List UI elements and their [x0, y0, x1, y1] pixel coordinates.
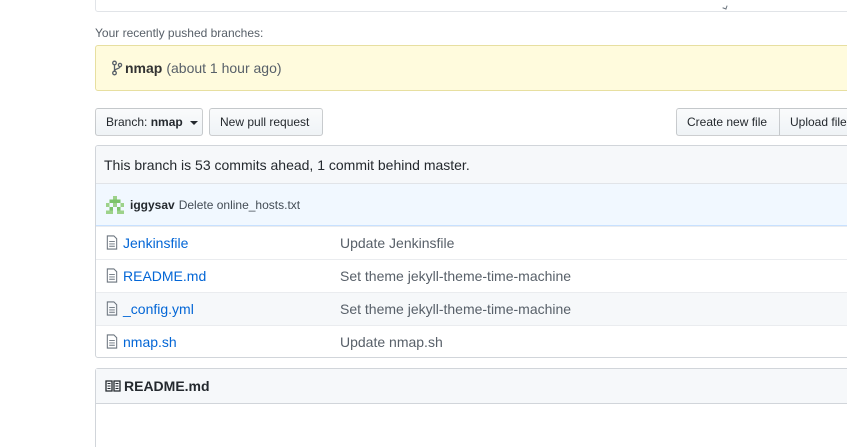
repo-page: Your recently pushed branches: nmap (abo… — [0, 0, 847, 447]
recent-branch-banner: nmap (about 1 hour ago) — [95, 45, 847, 91]
readme-panel: README.md — [95, 368, 847, 447]
readme-header: README.md — [96, 369, 847, 404]
file-name[interactable]: nmap.sh — [123, 326, 177, 357]
branch-compare-status: This branch is 53 commits ahead, 1 commi… — [96, 146, 847, 184]
file-browser: This branch is 53 commits ahead, 1 commi… — [95, 145, 847, 358]
file-name[interactable]: README.md — [123, 260, 206, 292]
branch-select-button[interactable]: Branch: nmap — [95, 108, 203, 136]
commit-author[interactable]: iggysav — [130, 198, 175, 212]
file-name[interactable]: _config.yml — [123, 293, 194, 325]
upload-files-button[interactable]: Upload files — [779, 108, 847, 136]
new-pull-request-button[interactable]: New pull request — [209, 108, 323, 136]
file-name[interactable]: Jenkinsfile — [123, 227, 188, 259]
branch-icon — [112, 60, 123, 76]
commit-message[interactable]: Delete online_hosts.txt — [179, 198, 300, 212]
book-icon — [105, 380, 121, 392]
file-commit-message[interactable]: Update nmap.sh — [340, 326, 443, 357]
recent-branches-label: Your recently pushed branches: — [95, 26, 264, 40]
file-commit-message[interactable]: Update Jenkinsfile — [340, 227, 454, 259]
file-icon — [106, 301, 118, 316]
previous-panel — [95, 0, 847, 12]
file-row: README.md Set theme jekyll-theme-time-ma… — [96, 259, 847, 292]
file-icon — [106, 334, 118, 349]
branch-prefix: Branch: — [106, 115, 148, 129]
branch-value: nmap — [150, 115, 183, 129]
avatar[interactable] — [106, 195, 124, 214]
caret-down-icon — [190, 120, 199, 125]
create-new-file-button[interactable]: Create new file — [676, 108, 780, 136]
recent-branch-name[interactable]: nmap — [125, 60, 162, 76]
file-row: _config.yml Set theme jekyll-theme-time-… — [96, 292, 847, 325]
file-commit-message[interactable]: Set theme jekyll-theme-time-machine — [340, 293, 571, 325]
file-row: Jenkinsfile Update Jenkinsfile — [96, 226, 847, 259]
file-icon — [106, 235, 118, 250]
latest-commit-bar: iggysav Delete online_hosts.txt — [96, 184, 847, 226]
recent-branch-time: (about 1 hour ago) — [166, 60, 282, 76]
file-commit-message[interactable]: Set theme jekyll-theme-time-machine — [340, 260, 571, 292]
file-icon — [106, 268, 118, 283]
readme-title: README.md — [124, 378, 210, 394]
chevron-icon — [722, 4, 728, 10]
file-row: nmap.sh Update nmap.sh — [96, 325, 847, 357]
